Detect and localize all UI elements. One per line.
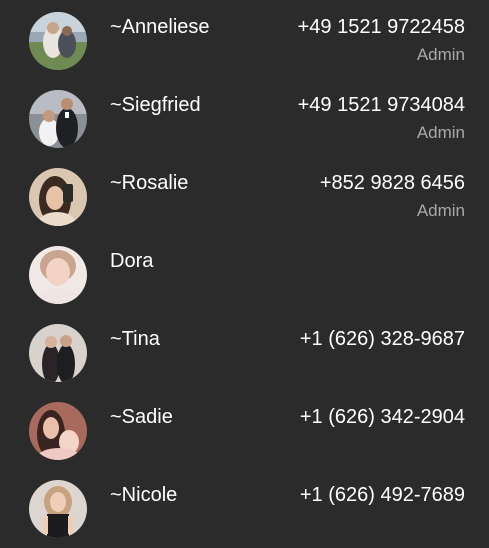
member-row-anneliese[interactable]: ~Anneliese +49 1521 9722458 Admin	[0, 0, 489, 78]
member-phone: +1 (626) 328-9687	[299, 328, 465, 350]
member-row-dora[interactable]: Dora	[0, 234, 489, 312]
avatar[interactable]	[29, 168, 87, 226]
member-phone: +1 (626) 342-2904	[299, 406, 465, 428]
member-row-nicole[interactable]: ~Nicole +1 (626) 492-7689	[0, 468, 489, 546]
avatar[interactable]	[29, 402, 87, 460]
member-phone: +1 (626) 492-7689	[299, 484, 465, 506]
avatar[interactable]	[29, 324, 87, 382]
member-row-rosalie[interactable]: ~Rosalie +852 9828 6456 Admin	[0, 156, 489, 234]
avatar[interactable]	[29, 480, 87, 538]
avatar[interactable]	[29, 90, 87, 148]
admin-badge: Admin	[416, 123, 465, 142]
member-name: ~Siegfried	[110, 94, 201, 116]
member-phone: +49 1521 9734084	[297, 94, 465, 116]
member-name: ~Nicole	[110, 484, 178, 506]
member-phone: +852 9828 6456	[319, 172, 465, 194]
admin-badge: Admin	[416, 45, 465, 64]
member-row-sadie[interactable]: ~Sadie +1 (626) 342-2904	[0, 390, 489, 468]
avatar[interactable]	[29, 12, 87, 70]
member-row-tina[interactable]: ~Tina +1 (626) 328-9687	[0, 312, 489, 390]
member-name: Dora	[110, 250, 154, 272]
member-list: ~Anneliese +49 1521 9722458 Admin ~Siegf…	[0, 0, 489, 548]
member-name: ~Rosalie	[110, 172, 189, 194]
member-row-siegfried[interactable]: ~Siegfried +49 1521 9734084 Admin	[0, 78, 489, 156]
member-name: ~Anneliese	[110, 16, 210, 38]
member-phone: +49 1521 9722458	[297, 16, 465, 38]
member-name: ~Sadie	[110, 406, 173, 428]
admin-badge: Admin	[416, 201, 465, 220]
avatar[interactable]	[29, 246, 87, 304]
member-name: ~Tina	[110, 328, 160, 350]
